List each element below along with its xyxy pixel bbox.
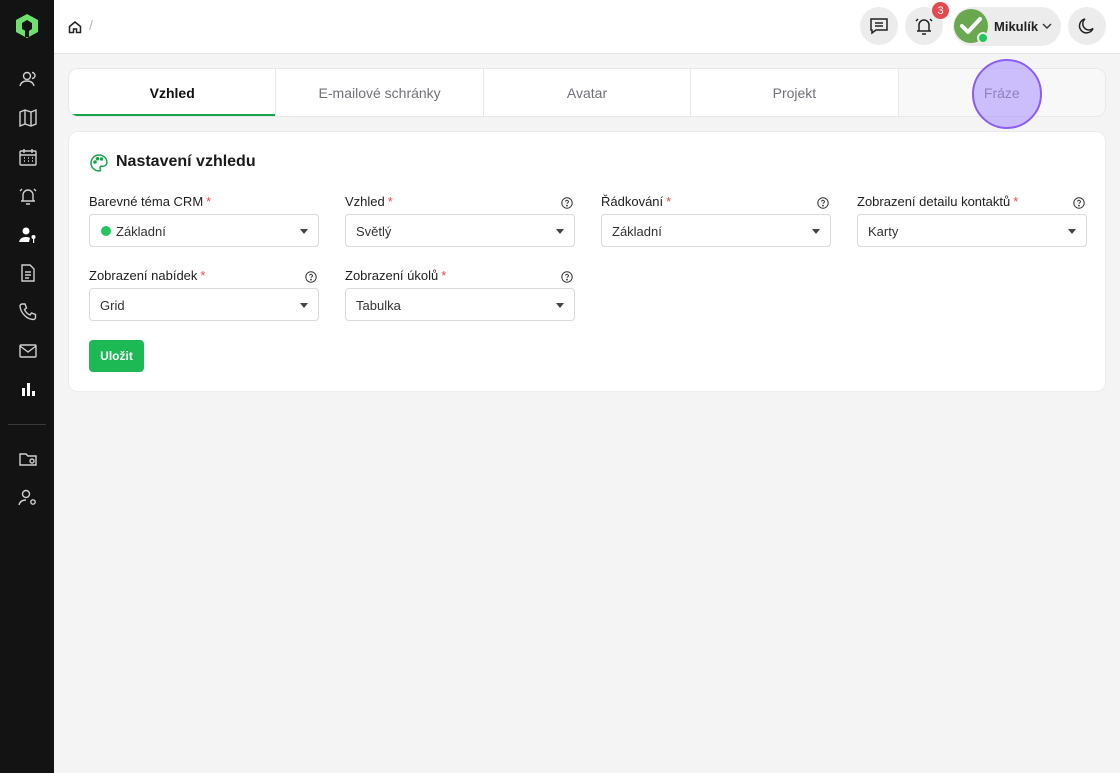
user-key-icon[interactable] [17, 224, 39, 246]
theme-color-dot [101, 226, 111, 236]
field-label-offers-view: Zobrazení nabídek * [89, 268, 206, 283]
online-status-dot [977, 32, 989, 44]
palette-icon [89, 153, 109, 173]
offers-view-select[interactable]: Grid [89, 288, 319, 321]
user-name: Mikulík [994, 19, 1039, 34]
field-label-color-theme: Barevné téma CRM * [89, 194, 212, 209]
user-settings-icon[interactable] [17, 487, 39, 509]
mail-icon[interactable] [17, 340, 39, 362]
field-label-tasks-view: Zobrazení úkolů * [345, 268, 447, 283]
settings-tabs: Vzhled E-mailové schránky Avatar Projekt… [68, 68, 1106, 117]
help-icon[interactable] [305, 271, 317, 283]
caret-down-icon [556, 229, 564, 234]
bar-chart-icon[interactable] [17, 378, 39, 400]
app-logo[interactable] [15, 13, 39, 39]
phone-icon[interactable] [17, 301, 39, 323]
appearance-settings-card: Nastavení vzhledu Barevné téma CRM * Zákl… [68, 131, 1106, 392]
tab-avatar[interactable]: Avatar [484, 69, 692, 116]
moon-icon [1078, 18, 1094, 34]
tab-email-mailboxes[interactable]: E-mailové schránky [276, 69, 484, 116]
help-icon[interactable] [817, 197, 829, 209]
sidebar [0, 0, 54, 773]
appearance-select[interactable]: Světlý [345, 214, 575, 247]
card-title: Nastavení vzhledu [116, 153, 256, 170]
field-label-line-spacing: Řádkování * [601, 194, 672, 209]
tab-phrases[interactable]: Fráze [898, 69, 1105, 116]
theme-toggle-button[interactable] [1068, 7, 1106, 45]
caret-down-icon [300, 229, 308, 234]
folder-settings-icon[interactable] [17, 448, 39, 470]
alarm-bell-icon [915, 18, 933, 35]
tasks-view-select[interactable]: Tabulka [345, 288, 575, 321]
color-theme-select[interactable]: Základní [89, 214, 319, 247]
contacts-icon[interactable] [17, 68, 39, 90]
breadcrumb-separator: / [89, 17, 93, 33]
messages-button[interactable] [860, 7, 898, 45]
chevron-down-icon [1042, 23, 1052, 29]
contact-detail-view-select[interactable]: Karty [857, 214, 1087, 247]
document-icon[interactable] [17, 262, 39, 284]
caret-down-icon [300, 303, 308, 308]
alarm-icon[interactable] [17, 185, 39, 207]
help-icon[interactable] [1073, 197, 1085, 209]
help-icon[interactable] [561, 197, 573, 209]
caret-down-icon [556, 303, 564, 308]
field-label-appearance: Vzhled * [345, 194, 393, 209]
tab-vzhled[interactable]: Vzhled [69, 69, 277, 116]
tab-project[interactable]: Projekt [691, 69, 899, 116]
caret-down-icon [1068, 229, 1076, 234]
user-menu[interactable]: Mikulík [953, 7, 1061, 46]
sidebar-divider [8, 424, 46, 425]
field-label-contact-detail-view: Zobrazení detailu kontaktů * [857, 194, 1019, 209]
save-button[interactable]: Uložit [89, 340, 144, 372]
help-icon[interactable] [561, 271, 573, 283]
line-spacing-select[interactable]: Základní [601, 214, 831, 247]
notifications-badge: 3 [932, 2, 949, 19]
calendar-icon[interactable] [17, 146, 39, 168]
caret-down-icon [812, 229, 820, 234]
chat-icon [870, 18, 888, 35]
home-icon[interactable] [68, 20, 82, 34]
map-icon[interactable] [17, 107, 39, 129]
